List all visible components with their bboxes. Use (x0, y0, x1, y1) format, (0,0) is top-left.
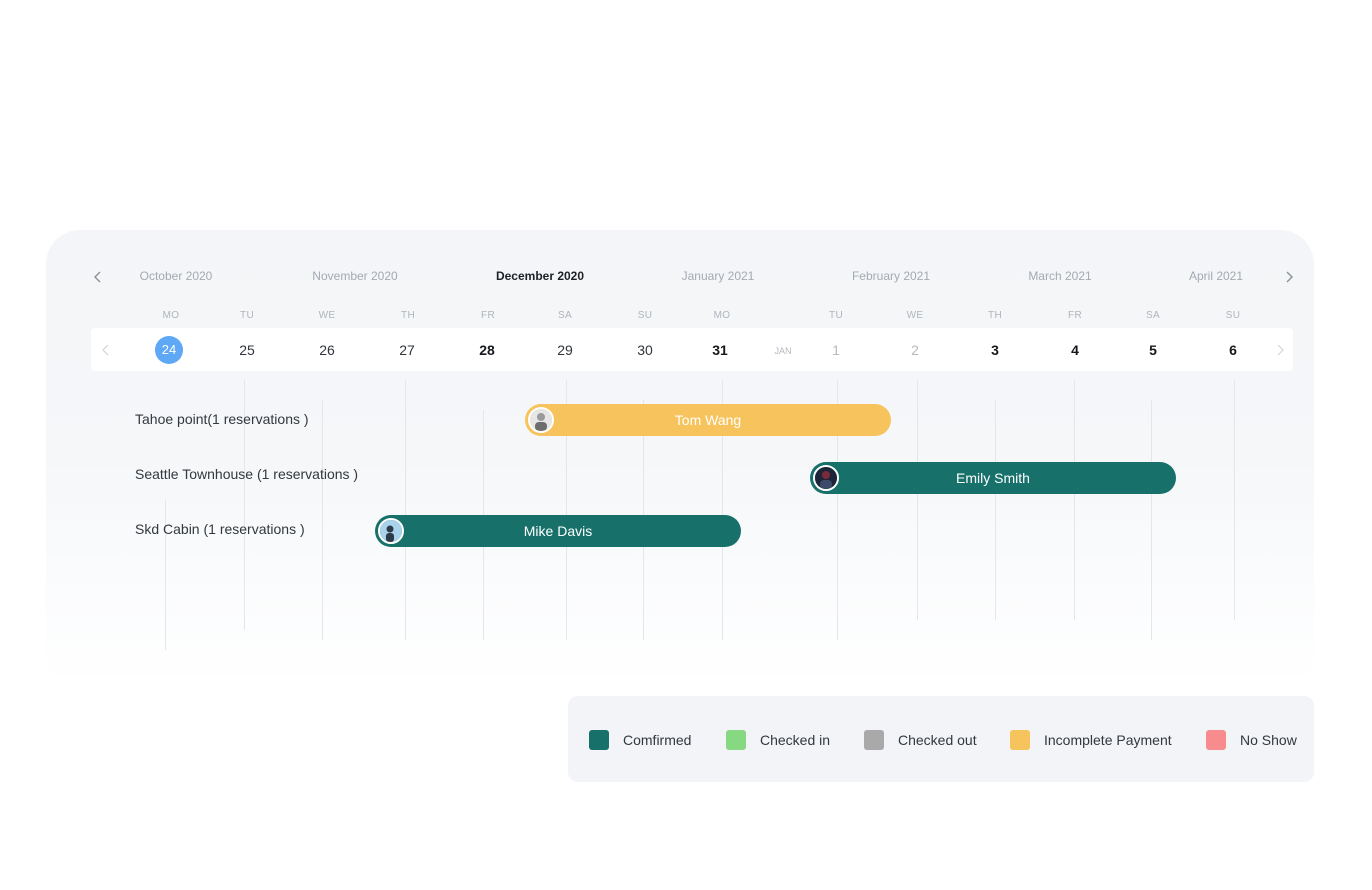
weekday-label: TU (240, 310, 254, 321)
legend-label: Incomplete Payment (1044, 732, 1172, 748)
day-cell[interactable]: 5 (1149, 342, 1157, 358)
day-cell[interactable]: 2 (911, 342, 919, 358)
day-today[interactable]: 24 (155, 336, 183, 364)
property-seattle-townhouse[interactable]: Seattle Townhouse (1 reservations ) (135, 466, 358, 482)
prev-month-icon[interactable] (93, 271, 103, 283)
legend-label: Checked in (760, 732, 831, 748)
weekday-label: TH (401, 310, 415, 321)
legend-item-incomplete-payment: Incomplete Payment (1010, 730, 1172, 750)
weekday-label: WE (318, 310, 336, 321)
legend-item-confirmed: Comfirmed (589, 730, 691, 750)
day-cell[interactable]: 27 (399, 342, 415, 358)
property-tahoe-point[interactable]: Tahoe point(1 reservations ) (135, 411, 309, 427)
grid-line (917, 380, 918, 620)
weekday-label: FR (481, 310, 495, 321)
weekday-label: SU (1225, 310, 1241, 321)
grid-line (1151, 400, 1152, 640)
grid-line (995, 400, 996, 620)
property-skd-cabin[interactable]: Skd Cabin (1 reservations ) (135, 521, 305, 537)
guest-name: Emily Smith (956, 470, 1030, 486)
legend-swatch (1206, 730, 1226, 750)
weekday-label: SU (637, 310, 653, 321)
weekday-label: TU (829, 310, 843, 321)
weekday-label: TH (988, 310, 1002, 321)
reservation-bar-mike-davis[interactable]: Mike Davis (375, 515, 741, 547)
day-cell[interactable]: 31 (712, 342, 728, 358)
guest-avatar (528, 407, 554, 433)
legend-label: No Show (1240, 732, 1297, 748)
next-month-icon[interactable] (1284, 271, 1294, 283)
legend-swatch (589, 730, 609, 750)
month-january-2021[interactable]: January 2021 (682, 269, 755, 283)
legend-swatch (726, 730, 746, 750)
day-strip (91, 328, 1293, 371)
calendar-panel (46, 230, 1314, 686)
month-december-2020[interactable]: December 2020 (496, 269, 584, 283)
reservation-bar-emily-smith[interactable]: Emily Smith (810, 462, 1176, 494)
day-cell[interactable]: 28 (479, 342, 495, 358)
reservation-bar-tom-wang[interactable]: Tom Wang (525, 404, 891, 436)
weekday-label: SA (1146, 310, 1160, 321)
month-november-2020[interactable]: November 2020 (312, 269, 397, 283)
guest-name: Tom Wang (674, 412, 742, 428)
prev-week-icon[interactable] (101, 344, 111, 356)
month-february-2021[interactable]: February 2021 (852, 269, 930, 283)
day-cell[interactable]: 25 (239, 342, 255, 358)
day-cell[interactable]: 29 (557, 342, 573, 358)
guest-name: Mike Davis (523, 523, 593, 539)
grid-line (405, 380, 406, 640)
legend-item-checked-out: Checked out (864, 730, 977, 750)
grid-line (322, 400, 323, 640)
legend-swatch (864, 730, 884, 750)
legend-item-no-show: No Show (1206, 730, 1297, 750)
day-cell[interactable]: 26 (319, 342, 335, 358)
month-marker: JAN (774, 346, 792, 356)
legend-label: Comfirmed (623, 732, 692, 748)
weekday-label: WE (906, 310, 924, 321)
day-cell[interactable]: 30 (637, 342, 653, 358)
day-cell[interactable]: 3 (991, 342, 999, 358)
next-week-icon[interactable] (1275, 344, 1285, 356)
weekday-label: SA (558, 310, 572, 321)
grid-line (1074, 380, 1075, 620)
day-cell[interactable]: 6 (1229, 342, 1237, 358)
month-april-2021[interactable]: April 2021 (1189, 269, 1243, 283)
legend-label: Checked out (898, 732, 977, 748)
weekday-label: FR (1068, 310, 1082, 321)
day-cell[interactable]: 1 (832, 342, 840, 358)
legend-swatch (1010, 730, 1030, 750)
weekday-label: MO (713, 310, 731, 321)
guest-avatar (813, 465, 839, 491)
guest-avatar (378, 518, 404, 544)
month-october-2020[interactable]: October 2020 (140, 269, 213, 283)
legend-item-checked-in: Checked in (726, 730, 830, 750)
grid-line (1234, 380, 1235, 620)
weekday-label: MO (162, 310, 180, 321)
month-march-2021[interactable]: March 2021 (1028, 269, 1091, 283)
day-cell[interactable]: 4 (1071, 342, 1079, 358)
